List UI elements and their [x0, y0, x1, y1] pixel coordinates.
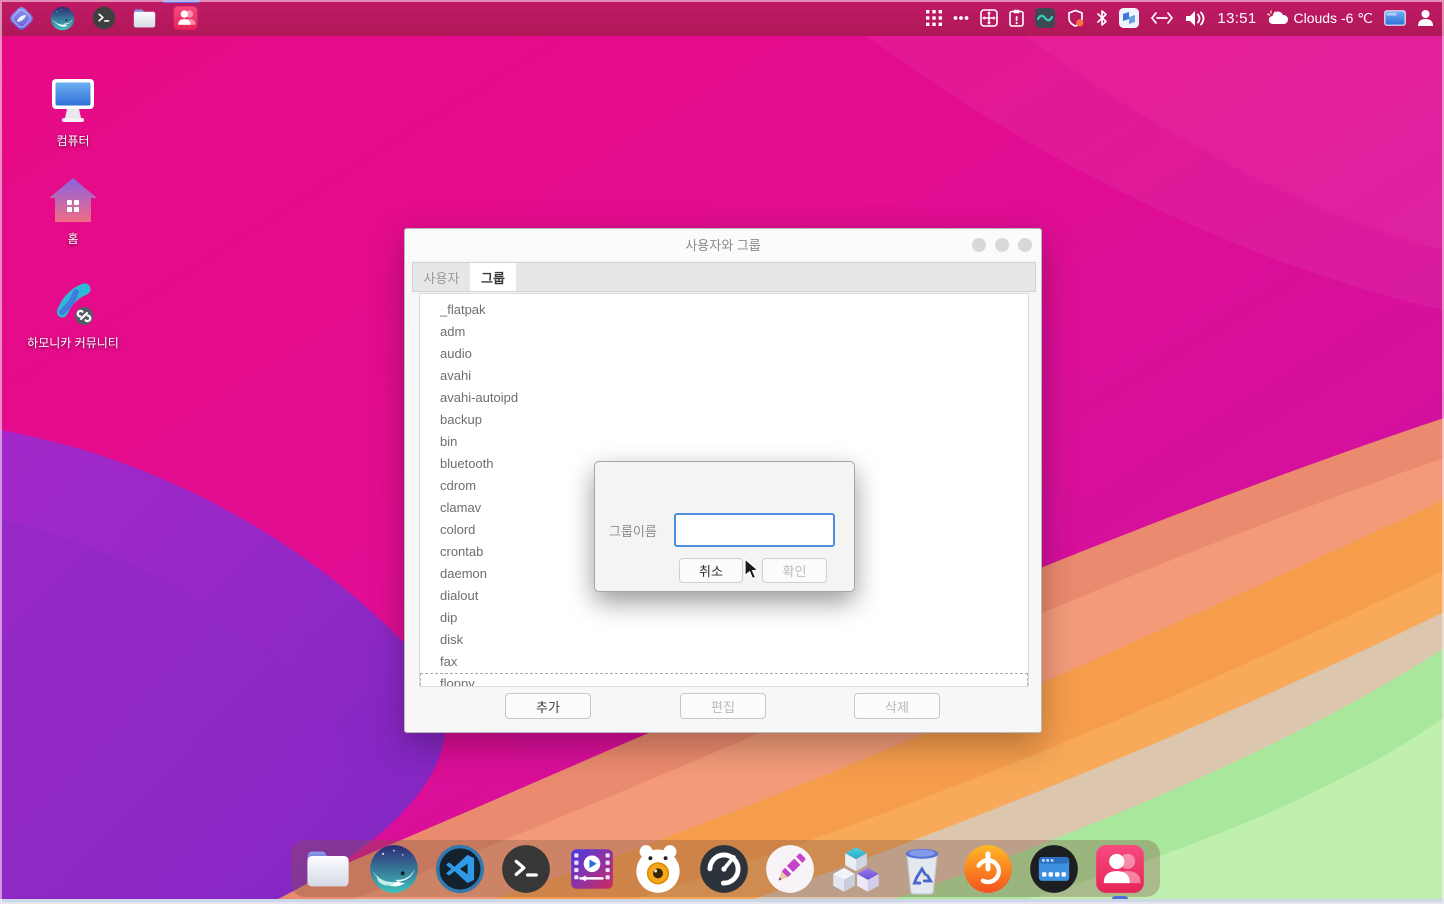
clock[interactable]: 13:51 — [1217, 10, 1256, 27]
group-row[interactable]: _flatpak — [420, 299, 1028, 321]
korean-ime-icon[interactable] — [1035, 8, 1055, 28]
dock — [291, 840, 1160, 897]
tabstrip: 사용자 그룹 — [412, 262, 1036, 292]
group-row[interactable]: bin — [420, 431, 1028, 453]
window-move-icon[interactable] — [980, 9, 998, 27]
dock-system-monitor-icon[interactable] — [697, 842, 751, 896]
group-row[interactable]: adm — [420, 321, 1028, 343]
active-app-indicator — [163, 0, 200, 3]
tab-users[interactable]: 사용자 — [413, 263, 470, 291]
computer-icon — [48, 76, 98, 128]
weather-widget[interactable]: Clouds -6 ℃ — [1267, 10, 1373, 27]
panel-launchers — [0, 5, 199, 32]
network-link-icon[interactable] — [1150, 11, 1174, 25]
dock-power-icon[interactable] — [961, 842, 1015, 896]
desktop-icon-label: 홈 — [67, 230, 78, 247]
group-row[interactable]: avahi — [420, 365, 1028, 387]
display-icon[interactable] — [1384, 10, 1406, 26]
messenger-icon[interactable] — [1119, 8, 1139, 28]
dock-vscode-icon[interactable] — [433, 842, 487, 896]
window-titlebar[interactable]: 사용자와 그룹 — [405, 229, 1041, 260]
group-row[interactable]: floppy — [420, 673, 1028, 687]
top-panel: 13:51 Clouds -6 ℃ — [0, 0, 1444, 36]
cancel-button[interactable]: 취소 — [679, 558, 743, 583]
dock-file-manager-icon[interactable] — [301, 842, 355, 896]
screen-bottom-strip — [0, 899, 1444, 904]
group-row[interactable]: backup — [420, 409, 1028, 431]
group-name-dialog: 그룹이름 취소 확인 — [594, 461, 855, 592]
system-tray: 13:51 Clouds -6 ℃ — [926, 8, 1444, 28]
window-controls — [972, 229, 1032, 260]
group-row[interactable]: dip — [420, 607, 1028, 629]
weather-text: Clouds -6 ℃ — [1293, 10, 1373, 27]
overflow-menu-icon[interactable] — [953, 15, 969, 21]
window-minimize-button[interactable] — [972, 238, 986, 252]
dock-text-editor-icon[interactable] — [763, 842, 817, 896]
hamonikr-menu-icon[interactable] — [8, 5, 35, 32]
mouse-cursor — [744, 558, 760, 580]
group-row[interactable]: audio — [420, 343, 1028, 365]
dock-display-settings-icon[interactable] — [1027, 842, 1081, 896]
group-row[interactable]: fax — [420, 651, 1028, 673]
whale-browser-icon[interactable] — [49, 5, 76, 32]
user-session-icon[interactable] — [1417, 9, 1434, 27]
desktop-icon-home[interactable]: 홈 — [13, 176, 133, 247]
home-icon — [47, 176, 99, 226]
dock-media-player-icon[interactable] — [631, 842, 685, 896]
desktop-icon-community[interactable]: 하모니카 커뮤니티 — [13, 278, 133, 351]
cloud-icon — [1267, 10, 1289, 26]
desktop-icon-computer[interactable]: 컴퓨터 — [13, 76, 133, 149]
edit-button[interactable]: 편집 — [680, 693, 766, 719]
group-row[interactable]: disk — [420, 629, 1028, 651]
tab-groups[interactable]: 그룹 — [470, 263, 516, 291]
dock-package-manager-icon[interactable] — [829, 842, 883, 896]
ok-button[interactable]: 확인 — [762, 558, 827, 583]
delete-button[interactable]: 삭제 — [854, 693, 940, 719]
volume-icon[interactable] — [1185, 10, 1206, 27]
app-grid-icon[interactable] — [926, 10, 942, 26]
file-manager-launcher-icon[interactable] — [131, 5, 158, 32]
bluetooth-icon[interactable] — [1096, 9, 1108, 27]
security-shield-icon[interactable] — [1066, 9, 1085, 28]
dock-terminal-icon[interactable] — [499, 842, 553, 896]
group-row[interactable]: avahi-autoipd — [420, 387, 1028, 409]
dock-video-player-icon[interactable] — [565, 842, 619, 896]
window-title: 사용자와 그룹 — [685, 235, 760, 254]
dock-whale-browser-icon[interactable] — [367, 842, 421, 896]
community-link-icon — [46, 278, 100, 330]
window-maximize-button[interactable] — [995, 238, 1009, 252]
desktop-icon-label: 컴퓨터 — [56, 132, 89, 149]
desktop-screen: 13:51 Clouds -6 ℃ 컴퓨터 홈 하모니카 커뮤니티 사용자와 그… — [0, 0, 1444, 904]
dock-users-settings-icon[interactable] — [1093, 842, 1147, 896]
users-settings-launcher-icon[interactable] — [172, 5, 199, 32]
group-name-input[interactable] — [674, 513, 835, 547]
dock-trash-icon[interactable] — [895, 842, 949, 896]
clipboard-icon[interactable] — [1009, 9, 1024, 27]
desktop-icon-label: 하모니카 커뮤니티 — [27, 334, 119, 351]
add-button[interactable]: 추가 — [505, 693, 591, 719]
group-name-label: 그룹이름 — [609, 515, 657, 549]
terminal-launcher-icon[interactable] — [90, 5, 117, 32]
window-close-button[interactable] — [1018, 238, 1032, 252]
